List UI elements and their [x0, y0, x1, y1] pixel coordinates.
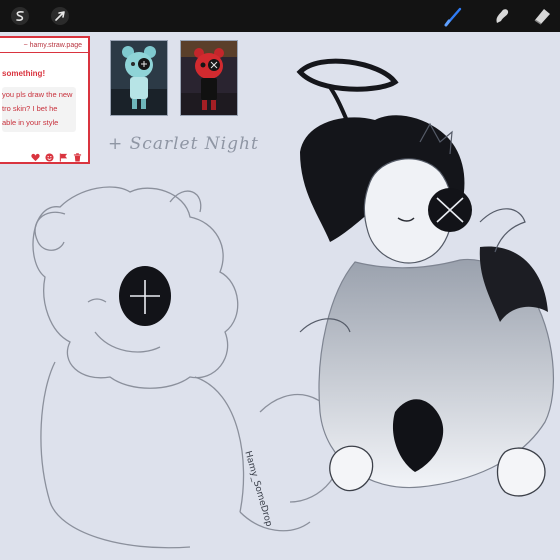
ask-card: ~ hamy.straw.page something! you pls dra… — [0, 36, 90, 164]
s-curve-icon — [11, 7, 29, 25]
toolbar — [0, 0, 560, 32]
brush-tool[interactable] — [442, 4, 466, 28]
trash-icon[interactable] — [73, 153, 82, 162]
arrow-cursor-icon — [51, 7, 69, 25]
adjustments-tool[interactable] — [8, 4, 32, 28]
left-character-eyepatch — [119, 266, 171, 326]
brush-icon — [444, 7, 462, 27]
red-character-image — [181, 41, 237, 115]
sketch-caption: + Scarlet Night — [108, 134, 259, 154]
blue-character-image — [111, 41, 167, 115]
ask-message-line: tro skin? I bet he — [2, 104, 58, 113]
drawing-canvas[interactable]: ~ hamy.straw.page something! you pls dra… — [0, 32, 560, 560]
right-character-eyepatch — [428, 188, 472, 232]
ask-message: you pls draw the new tro skin? I bet he … — [2, 87, 76, 132]
ask-message-line: you pls draw the new — [2, 90, 73, 99]
ask-actions — [31, 153, 82, 162]
selection-tool[interactable] — [48, 4, 72, 28]
smudge-tool[interactable] — [490, 4, 514, 28]
smile-icon[interactable] — [45, 153, 54, 162]
ask-heading: something! — [2, 69, 46, 78]
right-character-hand — [329, 445, 374, 492]
reference-thumbnail-red[interactable] — [180, 40, 238, 116]
ask-divider — [0, 52, 88, 53]
ask-message-line: able in your style — [2, 118, 59, 127]
smudge-icon — [496, 9, 509, 23]
eraser-icon — [534, 9, 550, 25]
left-character-lineart — [32, 186, 343, 549]
ask-username: ~ hamy.straw.page — [23, 42, 82, 49]
right-character-hand-2 — [496, 447, 546, 497]
eraser-tool[interactable] — [530, 4, 554, 28]
flag-icon[interactable] — [59, 153, 68, 162]
heart-icon[interactable] — [31, 153, 40, 162]
reference-thumbnail-blue[interactable] — [110, 40, 168, 116]
